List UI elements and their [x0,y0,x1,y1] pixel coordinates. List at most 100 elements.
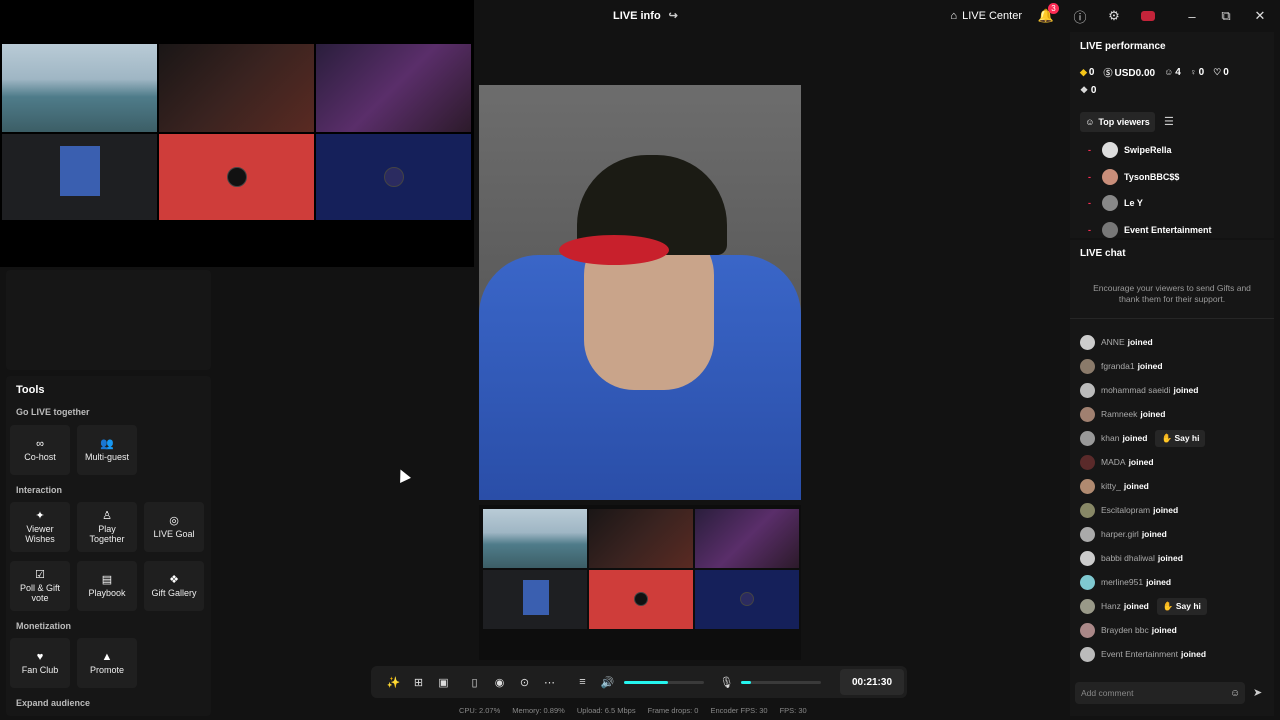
avatar[interactable] [1080,502,1095,518]
add-comment-input[interactable]: Add comment [1075,682,1245,704]
chat-username[interactable]: ANNE [1101,337,1125,347]
gift-gallery-button[interactable]: ❖ Gift Gallery [144,561,204,611]
grid-camera-2[interactable] [695,509,799,568]
chat-username[interactable]: Brayden bbc [1101,625,1149,635]
preview-screen-share[interactable] [2,134,157,220]
viewer-name: Event Entertainment [1124,224,1212,235]
avatar[interactable] [1080,334,1095,350]
viewers-icon: ☺ [1164,67,1174,77]
mic-slider[interactable] [741,680,821,684]
chat-action: joined [1122,433,1148,443]
top-viewer-row[interactable]: - Le Y [1088,195,1143,211]
avatar[interactable] [1080,646,1095,662]
send-icon[interactable]: ➤ [1253,686,1262,699]
avatar[interactable] [1080,622,1095,638]
avatar[interactable] [1080,598,1095,614]
help-button[interactable]: ⓘ [1070,6,1090,26]
preview-camera-2[interactable] [316,44,471,132]
grid-camera-1[interactable] [589,509,693,568]
list-icon[interactable]: ☰ [1164,115,1174,128]
playbook-button[interactable]: ▤ Playbook [77,561,137,611]
play-together-label: Play Together [89,523,125,544]
chat-username[interactable]: Escitalopram [1101,505,1150,515]
close-button[interactable]: ✕ [1250,6,1270,26]
avatar [1141,11,1155,21]
avatar[interactable] [1080,550,1095,566]
avatar[interactable] [1080,430,1095,446]
preview-guest-red[interactable] [159,134,314,220]
grid-guest-red[interactable] [589,570,693,629]
preview-camera-1[interactable] [159,44,314,132]
chat-username[interactable]: khan [1101,433,1119,443]
grid-guest-blue[interactable] [695,570,799,629]
promote-button[interactable]: ▲ Promote [77,638,137,688]
sliders-icon: ≡ [579,676,586,688]
live-center-button[interactable]: ⌂ LIVE Center [950,10,1022,22]
camera-button[interactable]: ⊙ [512,672,537,692]
chat-username[interactable]: MADA [1101,457,1126,467]
profile-button[interactable] [1138,6,1158,26]
avatar[interactable] [1080,382,1095,398]
chat-username[interactable]: mohammad saeidi [1101,385,1170,395]
say-hi-button[interactable]: ✋ Say hi [1155,429,1206,447]
follower-icon: ♀ [1189,67,1197,77]
layout-button[interactable]: ▣ [431,672,456,692]
chat-username[interactable]: merline951 [1101,577,1143,587]
avatar[interactable] [1080,478,1095,494]
avatar[interactable] [1080,574,1095,590]
effects-button[interactable]: ✨ [381,672,406,692]
top-viewers-label: Top viewers [1098,117,1150,127]
live-goal-button[interactable]: ◎ LIVE Goal [144,502,204,552]
maximize-button[interactable]: ⧉ [1216,6,1236,26]
top-viewer-row[interactable]: - SwipeRella [1088,142,1172,158]
share-icon[interactable]: ↪ [669,9,678,22]
chat-username[interactable]: kitty_ [1101,481,1121,491]
record-button[interactable]: ◉ [487,672,512,692]
live-timer: 00:21:30 [840,669,904,695]
avatar [1102,142,1118,158]
viewer-wishes-button[interactable]: ✦ Viewer Wishes [10,502,70,552]
co-host-button[interactable]: ∞ Co-host [10,425,70,475]
grid-screen-share[interactable] [483,570,587,629]
live-info[interactable]: LIVE info ↪ [613,9,678,23]
heart-icon: ♡ [1213,67,1222,77]
portrait-button[interactable]: ▯ [462,672,487,692]
multi-guest-button[interactable]: 👥 Multi-guest [77,425,137,475]
settings-button[interactable]: ⚙ [1104,6,1124,26]
viewer-name: TysonBBC$$ [1124,171,1180,182]
volume-slider[interactable] [624,680,704,684]
grid-game-scene[interactable] [483,509,587,568]
chat-username[interactable]: Ramneek [1101,409,1137,419]
chat-username[interactable]: harper.girl [1101,529,1139,539]
minimize-button[interactable]: – [1182,6,1202,26]
chat-username[interactable]: Hanz [1101,601,1121,611]
more-button[interactable]: ⋯ [537,672,562,692]
chat-username[interactable]: babbi dhaliwal [1101,553,1155,563]
empty-panel [6,270,211,370]
play-together-button[interactable]: ♙ Play Together [77,502,137,552]
poll-gift-vote-button[interactable]: ☑ Poll & Gift vote [10,561,70,611]
emoji-icon[interactable]: ☺ [1230,688,1240,699]
top-viewer-row[interactable]: - Event Entertainment [1088,221,1212,238]
chat-username[interactable]: Event Entertainment [1101,649,1178,659]
playbook-label: Playbook [88,587,126,598]
avatar[interactable] [1080,526,1095,542]
preview-game-scene[interactable] [2,44,157,132]
top-viewers-tab[interactable]: ☺ Top viewers [1080,112,1155,132]
chat-message: fgranda1 joined [1080,358,1163,374]
speaker-button[interactable]: 🔊 [595,672,620,692]
fan-club-button[interactable]: ♥ Fan Club [10,638,70,688]
guest-avatar [634,592,648,606]
mic-button[interactable]: 🎙 [714,672,739,692]
top-viewer-row[interactable]: - TysonBBC$$ [1088,168,1180,185]
add-source-button[interactable]: ⊞ [406,672,431,692]
say-hi-button[interactable]: ✋ Say hi [1156,597,1207,615]
magic-wand-icon: ✨ [386,676,401,689]
avatar[interactable] [1080,358,1095,374]
avatar[interactable] [1080,454,1095,470]
notification-button[interactable]: 🔔 3 [1036,3,1059,26]
preview-guest-blue[interactable] [316,134,471,220]
audio-settings-button[interactable]: ≡ [570,672,595,692]
avatar[interactable] [1080,406,1095,422]
chat-username[interactable]: fgranda1 [1101,361,1135,371]
